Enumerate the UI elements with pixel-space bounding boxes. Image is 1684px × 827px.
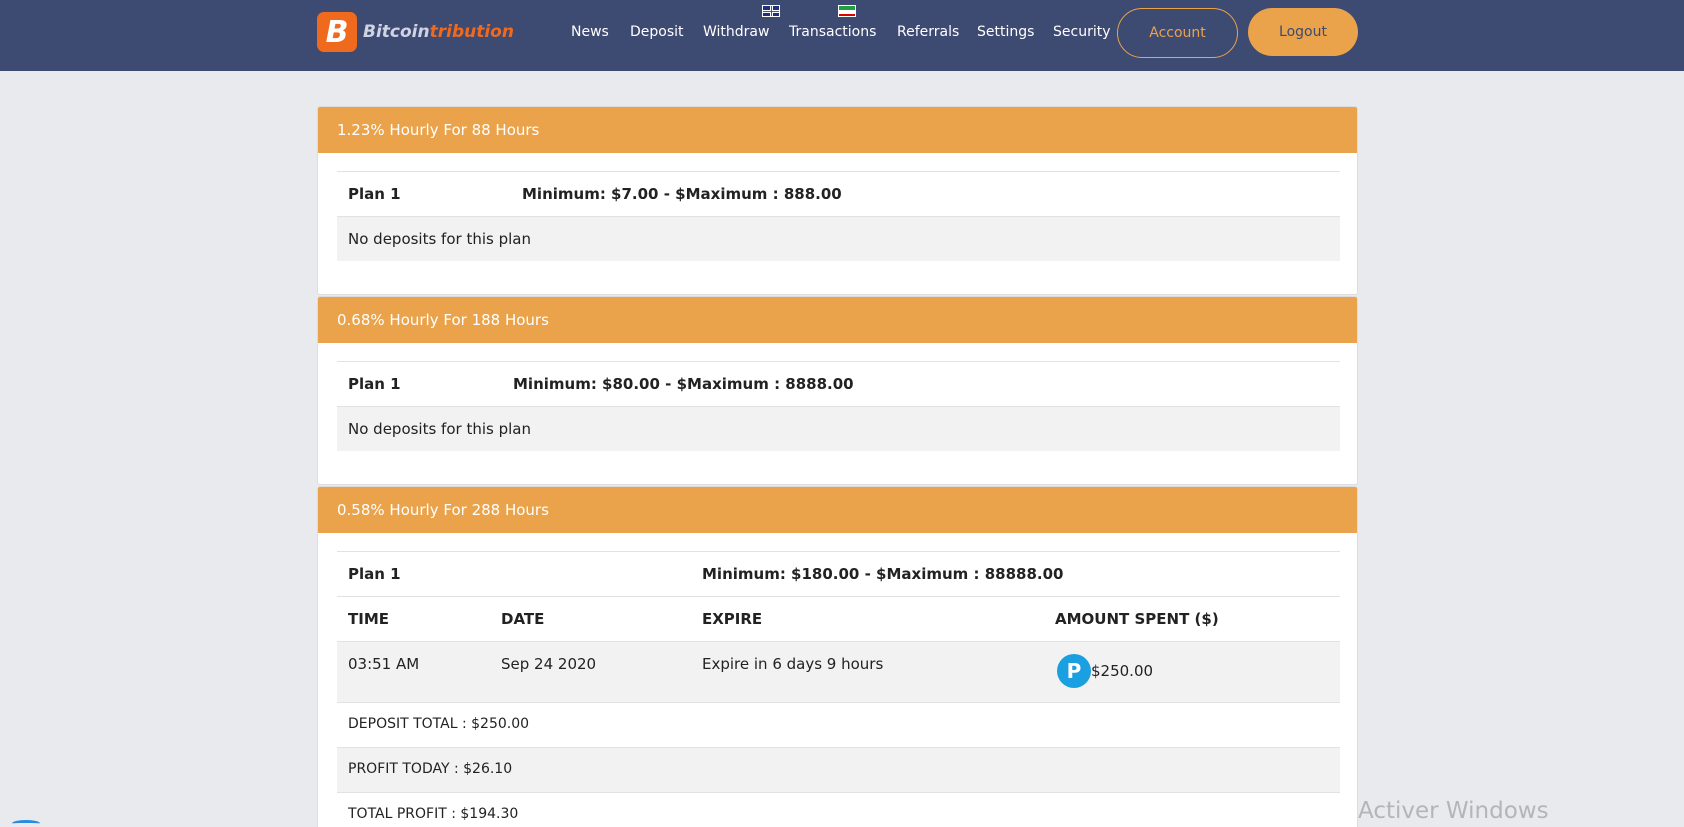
deposit-amount-cell: P $250.00 <box>1045 642 1153 703</box>
total-profit: TOTAL PROFIT : $194.30 <box>348 806 519 822</box>
empty-deposits-text: No deposits for this plan <box>348 230 531 248</box>
nav-settings[interactable]: Settings <box>977 24 1034 40</box>
deposit-total-row: DEPOSIT TOTAL : $250.00 <box>337 702 1340 747</box>
logout-button[interactable]: Logout <box>1248 8 1358 56</box>
table-header-row: TIME DATE EXPIRE AMOUNT SPENT ($) <box>337 596 1340 641</box>
nav-news[interactable]: News <box>571 24 609 40</box>
plan-card-2: 0.68% Hourly For 188 Hours Plan 1 Minimu… <box>317 296 1358 485</box>
plan-card-1: 1.23% Hourly For 88 Hours Plan 1 Minimum… <box>317 106 1358 295</box>
plan-name: Plan 1 <box>348 565 401 583</box>
windows-activation-watermark: Activer Windows <box>1358 798 1549 824</box>
plan-summary-row: Plan 1 Minimum: $7.00 - $Maximum : 888.0… <box>337 171 1340 216</box>
deposit-time: 03:51 AM <box>348 655 420 673</box>
iran-flag-icon[interactable] <box>838 5 856 17</box>
nav-transactions[interactable]: Transactions <box>789 24 876 40</box>
plan-name: Plan 1 <box>348 185 401 203</box>
logo-badge-icon: B <box>317 12 357 52</box>
top-navbar: B Bitcointribution News Deposit Withdraw… <box>0 0 1684 71</box>
plan-card-title: 0.58% Hourly For 288 Hours <box>318 487 1357 533</box>
logo-text-part-1: Bitcoin <box>363 22 430 42</box>
plan-card-title: 0.68% Hourly For 188 Hours <box>318 297 1357 343</box>
empty-deposits-text: No deposits for this plan <box>348 420 531 438</box>
deposit-amount: $250.00 <box>1091 662 1154 680</box>
column-header-expire: EXPIRE <box>702 610 763 628</box>
table-row: 03:51 AM Sep 24 2020 Expire in 6 days 9 … <box>337 641 1340 702</box>
corner-partial-icon <box>12 820 40 827</box>
profit-today: PROFIT TODAY : $26.10 <box>348 761 513 777</box>
plan-limits: Minimum: $180.00 - $Maximum : 88888.00 <box>702 565 1064 583</box>
account-button[interactable]: Account <box>1117 8 1238 58</box>
plan-summary-row: Plan 1 Minimum: $180.00 - $Maximum : 888… <box>337 551 1340 596</box>
column-header-time: TIME <box>348 610 389 628</box>
plan-card-title: 1.23% Hourly For 88 Hours <box>318 107 1357 153</box>
deposit-date: Sep 24 2020 <box>501 655 597 673</box>
nav-withdraw[interactable]: Withdraw <box>703 24 769 40</box>
plan-card-3: 0.58% Hourly For 288 Hours Plan 1 Minimu… <box>317 486 1358 827</box>
english-flag-icon[interactable] <box>762 5 780 17</box>
empty-deposits-row: No deposits for this plan <box>337 216 1340 261</box>
nav-deposit[interactable]: Deposit <box>630 24 684 40</box>
column-header-amount: AMOUNT SPENT ($) <box>1055 610 1219 628</box>
deposit-total: DEPOSIT TOTAL : $250.00 <box>348 716 530 732</box>
profit-today-row: PROFIT TODAY : $26.10 <box>337 747 1340 792</box>
plan-limits: Minimum: $7.00 - $Maximum : 888.00 <box>522 185 842 203</box>
deposit-expire: Expire in 6 days 9 hours <box>702 655 884 673</box>
site-logo[interactable]: B Bitcointribution <box>317 12 514 52</box>
empty-deposits-row: No deposits for this plan <box>337 406 1340 451</box>
logo-text-part-2: tribution <box>429 22 514 42</box>
payment-method-icon: P <box>1057 654 1091 688</box>
plan-summary-row: Plan 1 Minimum: $80.00 - $Maximum : 8888… <box>337 361 1340 406</box>
logo-text: Bitcointribution <box>363 22 514 42</box>
total-profit-row: TOTAL PROFIT : $194.30 <box>337 792 1340 827</box>
plan-name: Plan 1 <box>348 375 401 393</box>
plan-limits: Minimum: $80.00 - $Maximum : 8888.00 <box>513 375 854 393</box>
column-header-date: DATE <box>501 610 545 628</box>
nav-security[interactable]: Security <box>1053 24 1111 40</box>
nav-referrals[interactable]: Referrals <box>897 24 959 40</box>
